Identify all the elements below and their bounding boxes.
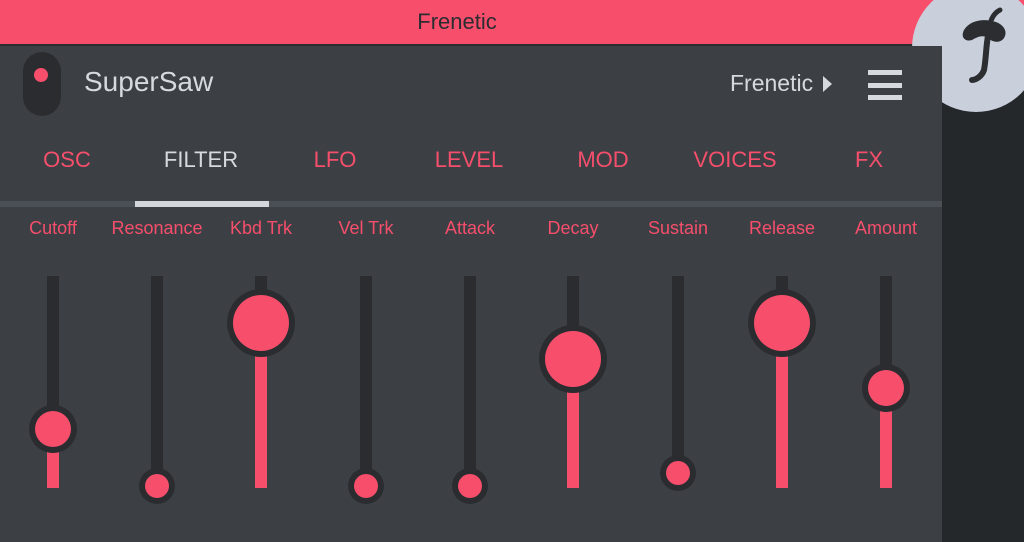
slider-kbd-trk[interactable]: Kbd Trk [211,214,311,542]
slider-label: Attack [444,218,496,238]
slider-label: Cutoff [29,218,77,238]
slider-thumb[interactable] [35,410,71,447]
slider-thumb[interactable] [458,474,482,498]
slider-thumb[interactable] [666,460,690,485]
slider-thumb[interactable] [233,295,289,351]
slider-release[interactable]: Release [732,214,832,542]
slider-track [360,276,372,488]
slider-cutoff[interactable]: Cutoff [3,214,103,542]
slider-label: Release [748,218,816,238]
slider-thumb[interactable] [354,474,378,498]
side-strip [942,46,1024,542]
slider-label: Amount [854,218,918,238]
slider-track [464,276,476,488]
filter-sliders: Cutoff Resonance Kbd Trk Vel Trk Attack [0,46,942,542]
synth-panel: SuperSaw Frenetic OSC FILTER LFO LEVEL M… [0,46,942,542]
slider-label: Resonance [111,218,203,238]
slider-label: Decay [547,218,599,238]
app-title: Frenetic [417,9,497,34]
slider-thumb[interactable] [868,370,904,407]
slider-label: Kbd Trk [229,218,293,238]
slider-thumb[interactable] [754,295,810,351]
slider-thumb[interactable] [145,474,169,498]
slider-amount[interactable]: Amount [836,214,936,542]
slider-label: Sustain [647,218,709,238]
slider-attack[interactable]: Attack [420,214,520,542]
slider-track [151,276,163,488]
slider-decay[interactable]: Decay [523,214,623,542]
slider-vel-trk[interactable]: Vel Trk [316,214,416,542]
slider-resonance[interactable]: Resonance [107,214,207,542]
slider-label: Vel Trk [338,218,394,238]
title-bar: Frenetic [0,0,1024,46]
slider-thumb[interactable] [545,330,601,387]
slider-sustain[interactable]: Sustain [628,214,728,542]
slider-track [672,276,684,488]
